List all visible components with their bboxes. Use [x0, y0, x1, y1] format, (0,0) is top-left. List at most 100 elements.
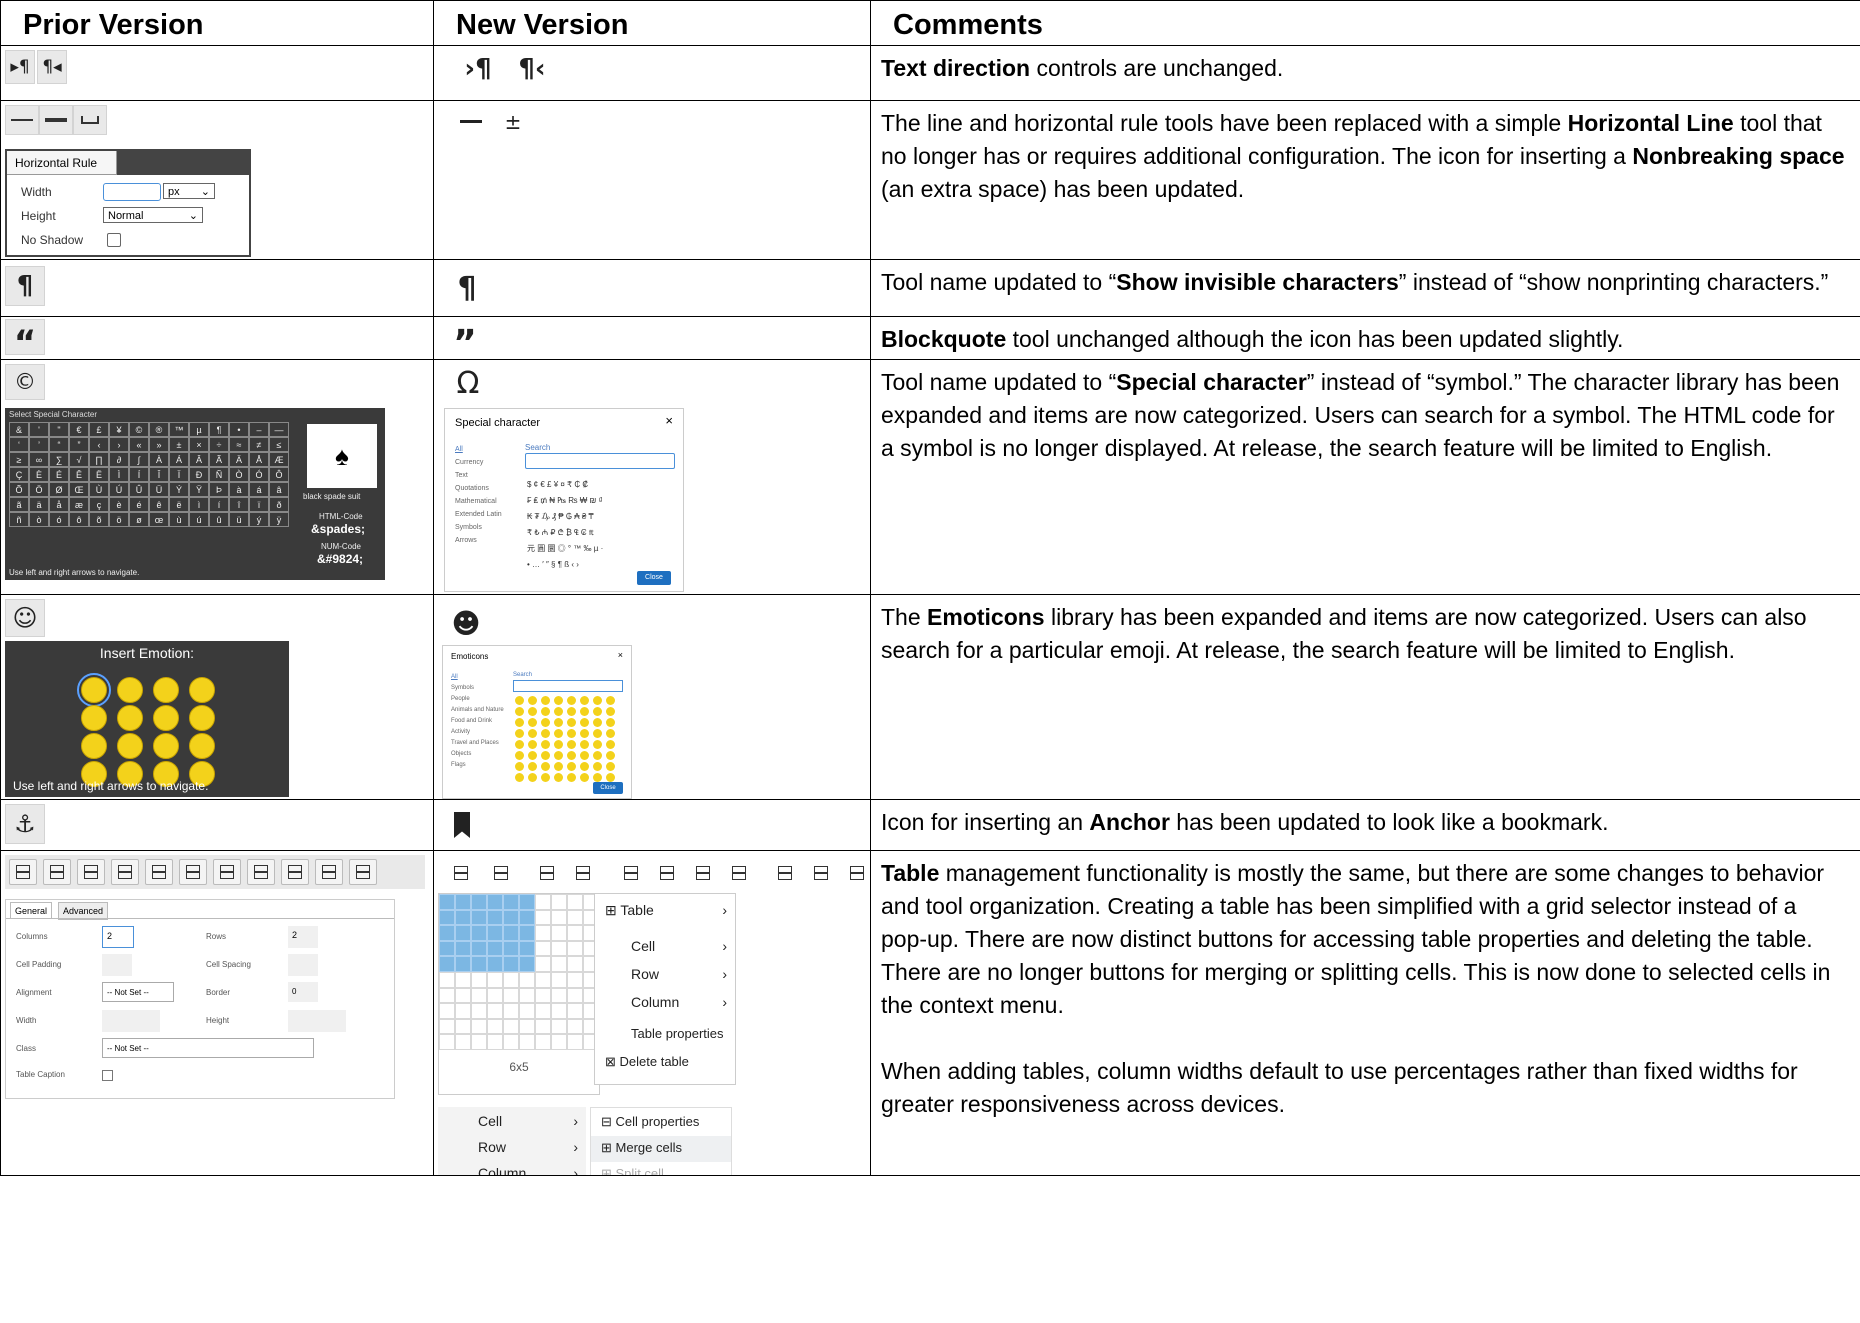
character-cell[interactable]: Ê	[69, 467, 89, 482]
character-cell[interactable]: á	[249, 482, 269, 497]
grid-cell[interactable]	[567, 909, 583, 926]
character-cell[interactable]: ê	[149, 497, 169, 512]
emoji[interactable]	[593, 729, 602, 738]
grid-cell[interactable]	[567, 940, 583, 957]
emoji[interactable]	[554, 762, 563, 771]
grid-cell[interactable]	[471, 925, 487, 941]
emoji[interactable]	[541, 696, 550, 705]
height-select[interactable]: Normal ⌄	[103, 207, 203, 223]
character-cell[interactable]: è	[109, 497, 129, 512]
table-tool-icon[interactable]	[281, 859, 309, 885]
grid-cell[interactable]	[535, 1018, 551, 1035]
table-tool-icon[interactable]	[111, 859, 139, 885]
grid-cell[interactable]	[503, 925, 519, 941]
emoji[interactable]	[541, 751, 550, 760]
spacing-input[interactable]	[288, 954, 318, 976]
character-cell[interactable]: ≤	[269, 437, 289, 452]
merge-cells[interactable]: ⊞ Merge cells	[601, 1140, 682, 1156]
character-cell[interactable]: ≈	[229, 437, 249, 452]
category-item[interactable]: Symbols	[451, 683, 511, 694]
character-cell[interactable]: ®	[149, 422, 169, 437]
emoji[interactable]	[606, 696, 615, 705]
grid-cell[interactable]	[455, 894, 471, 910]
character-cell[interactable]: Ñ	[209, 467, 229, 482]
emoji[interactable]	[606, 773, 615, 782]
table-tool-icon[interactable]	[315, 859, 343, 885]
emoticon-grid[interactable]	[515, 696, 623, 782]
character-cell[interactable]: «	[129, 437, 149, 452]
character-cell[interactable]: Æ	[269, 452, 289, 467]
grid-cell[interactable]	[439, 987, 455, 1004]
character-cell[interactable]: Ù	[89, 482, 109, 497]
emoji[interactable]	[515, 707, 524, 716]
grid-cell[interactable]	[535, 956, 551, 972]
character-cell[interactable]: '	[29, 422, 49, 437]
emoji[interactable]	[580, 740, 589, 749]
grid-cell[interactable]	[519, 909, 535, 926]
emoji[interactable]	[515, 740, 524, 749]
grid-cell[interactable]	[567, 925, 583, 941]
grid-cell[interactable]	[471, 909, 487, 926]
grid-cell[interactable]	[439, 1034, 455, 1050]
emoji[interactable]	[554, 718, 563, 727]
table-tool-icon[interactable]	[654, 861, 682, 887]
character-cell[interactable]: ï	[249, 497, 269, 512]
character-cell[interactable]: Á	[169, 452, 189, 467]
submenu-row[interactable]: Row	[478, 1139, 506, 1155]
grid-cell[interactable]	[519, 894, 535, 910]
emoji[interactable]	[567, 740, 576, 749]
close-icon[interactable]: ×	[618, 650, 623, 660]
grid-cell[interactable]	[503, 1034, 519, 1050]
grid-cell[interactable]	[567, 894, 583, 910]
grid-cell[interactable]	[519, 972, 535, 988]
emoji[interactable]	[554, 773, 563, 782]
grid-cell[interactable]	[455, 909, 471, 926]
grid-cell[interactable]	[551, 894, 567, 910]
emoji[interactable]	[567, 718, 576, 727]
grid-cell[interactable]	[455, 956, 471, 972]
character-cell[interactable]: Ý	[169, 482, 189, 497]
menu-table-properties[interactable]: Table properties	[631, 1026, 724, 1041]
grid-cell[interactable]	[455, 1034, 471, 1050]
grid-cell[interactable]	[487, 1018, 503, 1035]
grid-cell[interactable]	[535, 940, 551, 957]
grid-cell[interactable]	[551, 940, 567, 957]
grid-cell[interactable]	[471, 1003, 487, 1019]
grid-cell[interactable]	[503, 972, 519, 988]
character-cell[interactable]: ”	[69, 437, 89, 452]
character-cell[interactable]: ñ	[9, 512, 29, 527]
character-cell[interactable]: ∞	[29, 452, 49, 467]
table-tool-icon[interactable]	[570, 861, 598, 887]
category-item[interactable]: Currency	[455, 456, 515, 469]
category-item[interactable]: Text	[455, 469, 515, 482]
grid-cell[interactable]	[487, 940, 503, 957]
emoji[interactable]	[541, 740, 550, 749]
emoji[interactable]	[580, 696, 589, 705]
character-cell[interactable]: ©	[129, 422, 149, 437]
grid-cell[interactable]	[439, 956, 455, 972]
emoji[interactable]	[528, 762, 537, 771]
grid-cell[interactable]	[471, 972, 487, 988]
grid-cell[interactable]	[487, 1034, 503, 1050]
grid-cell[interactable]	[551, 909, 567, 926]
grid-cell[interactable]	[551, 956, 567, 972]
emoticon[interactable]	[81, 705, 107, 731]
character-cell[interactable]: ô	[69, 512, 89, 527]
grid-cell[interactable]	[567, 956, 583, 972]
character-cell[interactable]: û	[209, 512, 229, 527]
grid-cell[interactable]	[503, 1018, 519, 1035]
emoji[interactable]	[515, 696, 524, 705]
menu-cell[interactable]: Cell	[631, 938, 655, 954]
grid-cell[interactable]	[567, 987, 583, 1004]
character-cell[interactable]: Ð	[189, 467, 209, 482]
character-cell[interactable]: æ	[69, 497, 89, 512]
emoji[interactable]	[515, 718, 524, 727]
table-tool-icon[interactable]	[145, 859, 173, 885]
columns-input[interactable]: 2	[102, 926, 134, 948]
category-item[interactable]: Extended Latin	[455, 508, 515, 521]
grid-cell[interactable]	[567, 972, 583, 988]
rows-input[interactable]: 2	[288, 926, 318, 948]
category-item[interactable]: Food and Drink	[451, 716, 511, 727]
emoji[interactable]	[593, 740, 602, 749]
character-cell[interactable]: Û	[129, 482, 149, 497]
